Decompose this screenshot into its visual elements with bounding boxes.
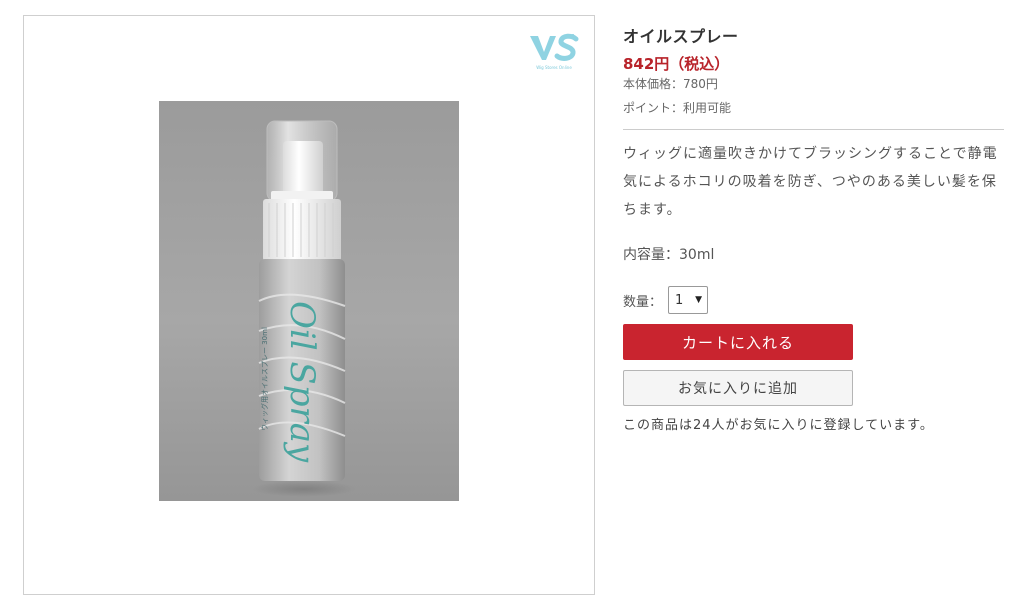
logo-subtext: Wig Stores Online [536,65,572,70]
store-logo[interactable]: VS Wig Stores Online [528,30,580,70]
product-price: 842円（税込） [623,55,730,73]
product-description: ウィッグに適量吹きかけてブラッシングすることで静電気によるホコリの吸着を防ぎ、つ… [623,146,998,218]
product-photo[interactable]: ウィッグ用オイルスプレー 30ml Oil Spray [159,101,459,501]
product-title: オイルスプレー [623,27,739,46]
add-to-cart-button[interactable]: カートに入れる [623,324,853,360]
quantity-row: 数量： 1 ▼ [623,286,1004,314]
divider [623,129,1004,130]
base-price: 本体価格：780円 [623,77,718,91]
product-info: オイルスプレー 842円（税込） 本体価格：780円 ポイント：利用可能 ウィッ… [623,24,1004,436]
dropdown-arrow-icon: ▼ [695,295,703,305]
favorite-count-text: この商品は24人がお気に入りに登録しています。 [623,418,934,433]
product-image-frame: VS Wig Stores Online ウィッグ用オイルスプレー 30ml O… [23,15,595,595]
photo-brand-text: Oil Spray [282,301,322,463]
logo-mark: VS [568,34,575,40]
quantity-select[interactable]: 1 ▼ [668,286,709,314]
quantity-value: 1 [675,292,684,308]
quantity-label: 数量： [623,294,663,310]
photo-side-text: ウィッグ用オイルスプレー 30ml [260,327,269,431]
points-info: ポイント：利用可能 [623,101,732,115]
add-to-favorites-button[interactable]: お気に入りに追加 [623,370,853,406]
product-capacity: 内容量：30ml [623,247,715,263]
